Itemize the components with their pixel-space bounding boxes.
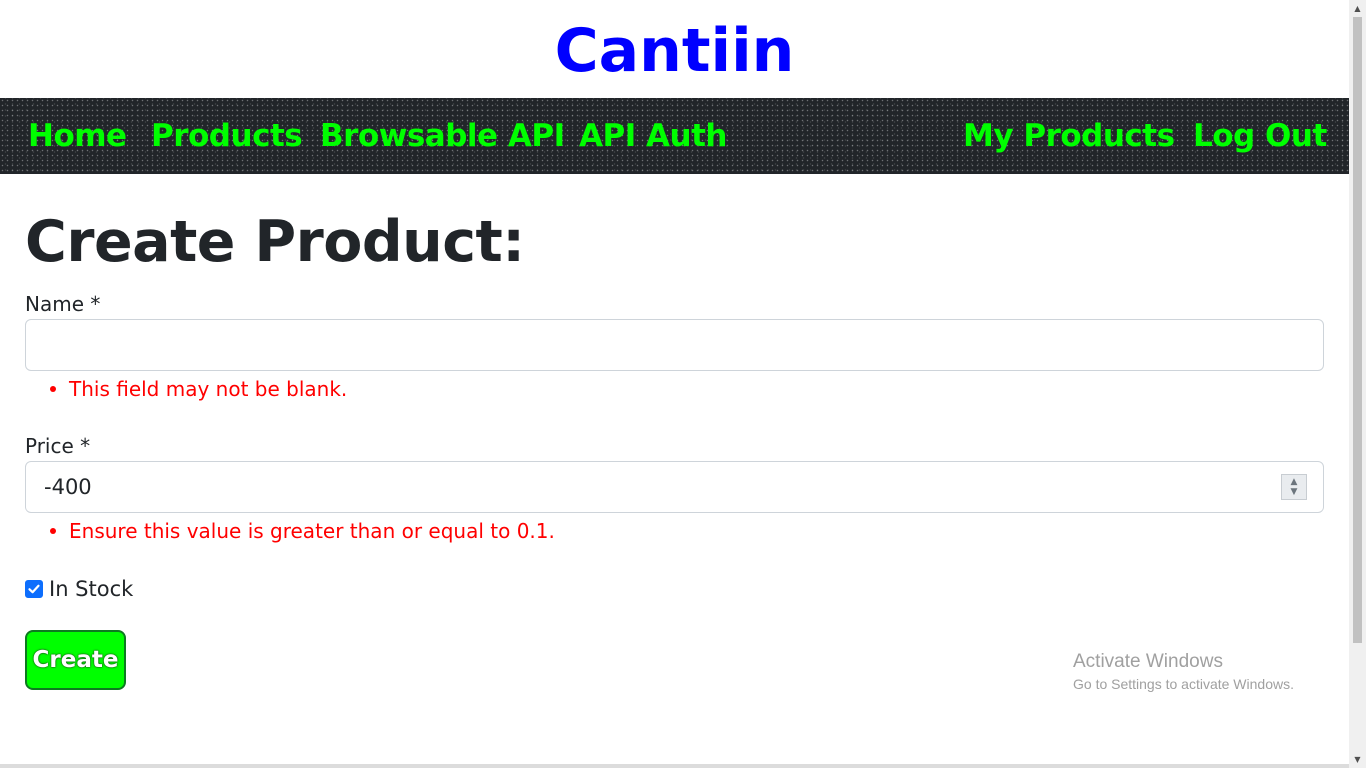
price-value: -400 [44, 475, 92, 499]
watermark-subtitle: Go to Settings to activate Windows. [1073, 676, 1294, 692]
error-bullet-icon [50, 527, 56, 534]
name-error-text: This field may not be blank. [69, 377, 348, 401]
in-stock-checkbox[interactable] [25, 580, 43, 598]
scroll-down-icon[interactable]: ▼ [1349, 751, 1366, 768]
price-stepper[interactable]: ▲ ▼ [1281, 474, 1307, 500]
nav-log-out-link[interactable]: Log Out [1193, 116, 1327, 156]
in-stock-label[interactable]: In Stock [49, 575, 133, 603]
scrollbar-thumb[interactable] [1353, 17, 1362, 643]
scroll-up-icon[interactable]: ▲ [1349, 0, 1366, 17]
price-error-text: Ensure this value is greater than or equ… [69, 519, 555, 543]
price-error: Ensure this value is greater than or equ… [50, 517, 555, 545]
nav-products-link[interactable]: Products [151, 116, 303, 156]
name-input[interactable] [25, 319, 1324, 371]
chevron-up-icon[interactable]: ▲ [1291, 477, 1298, 487]
nav-home-link[interactable]: Home [28, 116, 127, 156]
checkmark-icon [28, 584, 40, 594]
price-label: Price * [25, 434, 91, 458]
chevron-down-icon[interactable]: ▼ [1291, 487, 1298, 497]
watermark-title: Activate Windows [1073, 651, 1223, 672]
windows-activation-watermark: Activate Windows Go to Settings to activ… [1073, 650, 1294, 694]
name-error: This field may not be blank. [50, 375, 347, 403]
name-label: Name * [25, 292, 101, 316]
bottom-divider [0, 764, 1349, 768]
nav-my-products-link[interactable]: My Products [963, 116, 1175, 156]
page: Cantiin Home Products Browsable API API … [0, 0, 1349, 768]
create-button[interactable]: Create [25, 630, 126, 690]
nav-api-auth-link[interactable]: API Auth [579, 116, 728, 156]
vertical-scrollbar[interactable]: ▲ ▼ [1349, 0, 1366, 768]
price-input[interactable]: -400 ▲ ▼ [25, 461, 1324, 513]
nav-browsable-api-link[interactable]: Browsable API [320, 116, 565, 156]
page-heading: Create Product: [25, 209, 525, 275]
site-title: Cantiin [554, 16, 795, 86]
error-bullet-icon [50, 385, 56, 392]
navbar: Home Products Browsable API API Auth My … [0, 98, 1349, 174]
